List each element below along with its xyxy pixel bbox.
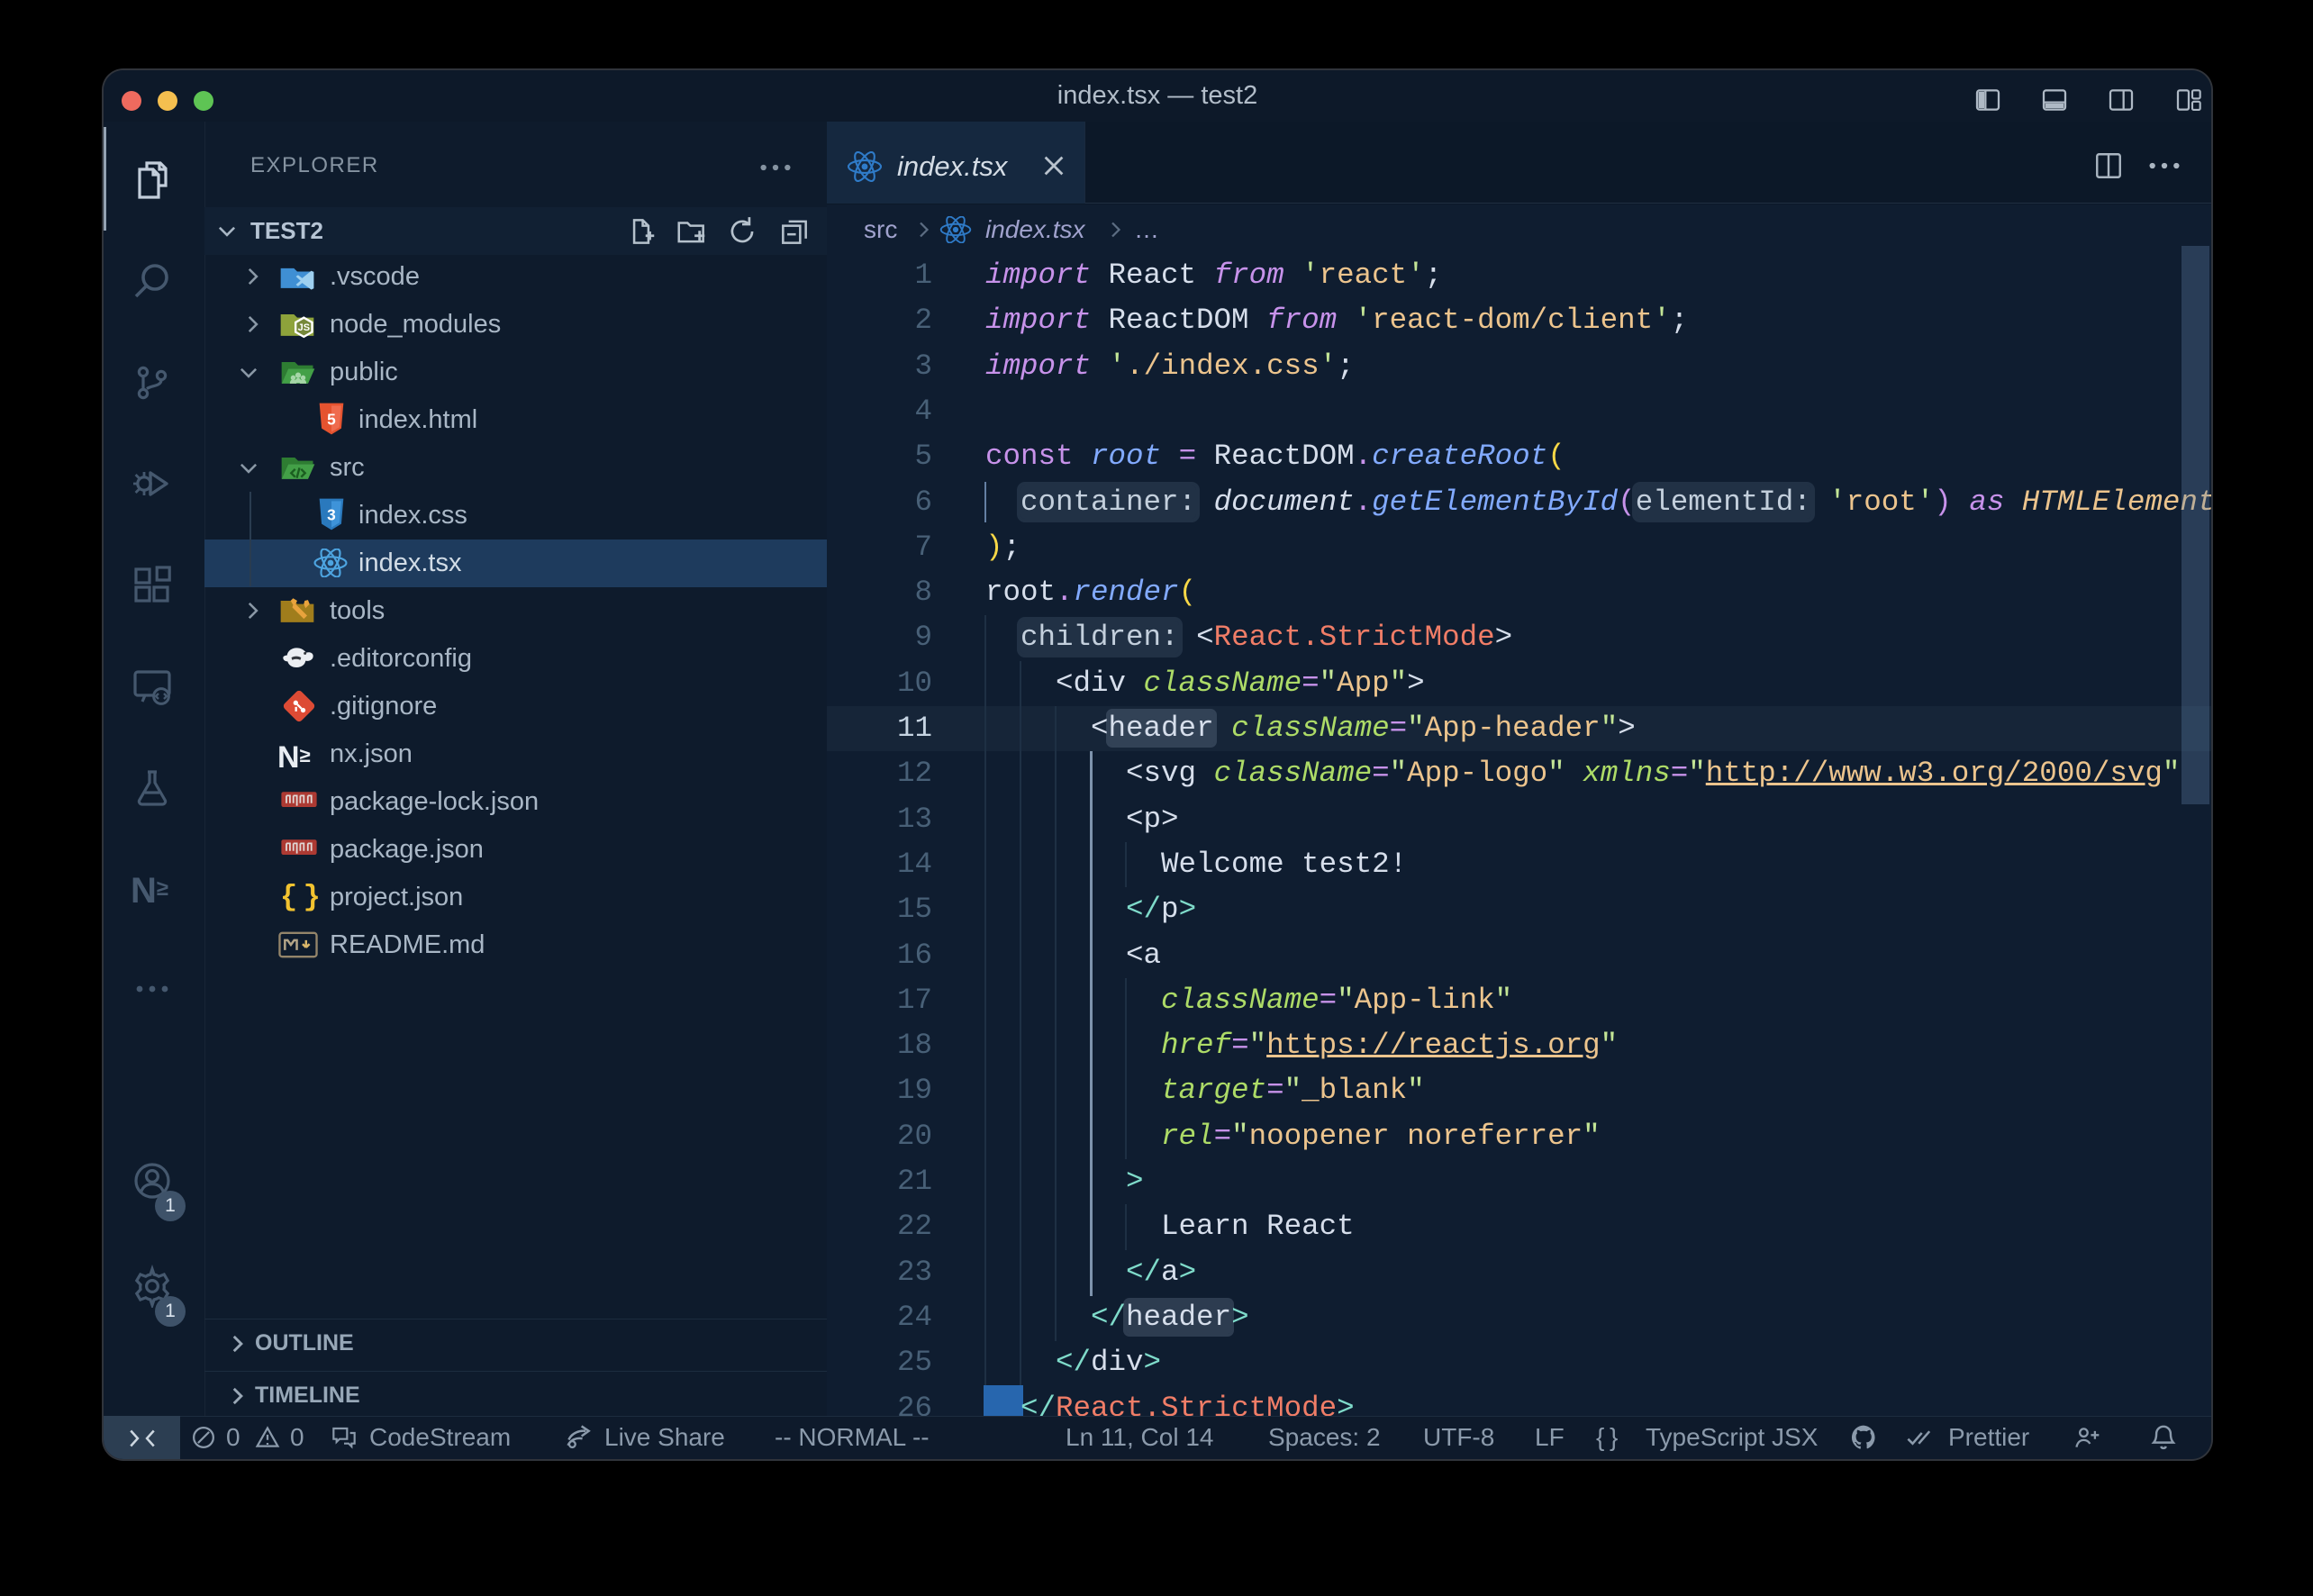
svg-text:5: 5	[327, 411, 336, 429]
svg-text:JS: JS	[298, 322, 310, 333]
svg-text:3: 3	[327, 506, 336, 524]
